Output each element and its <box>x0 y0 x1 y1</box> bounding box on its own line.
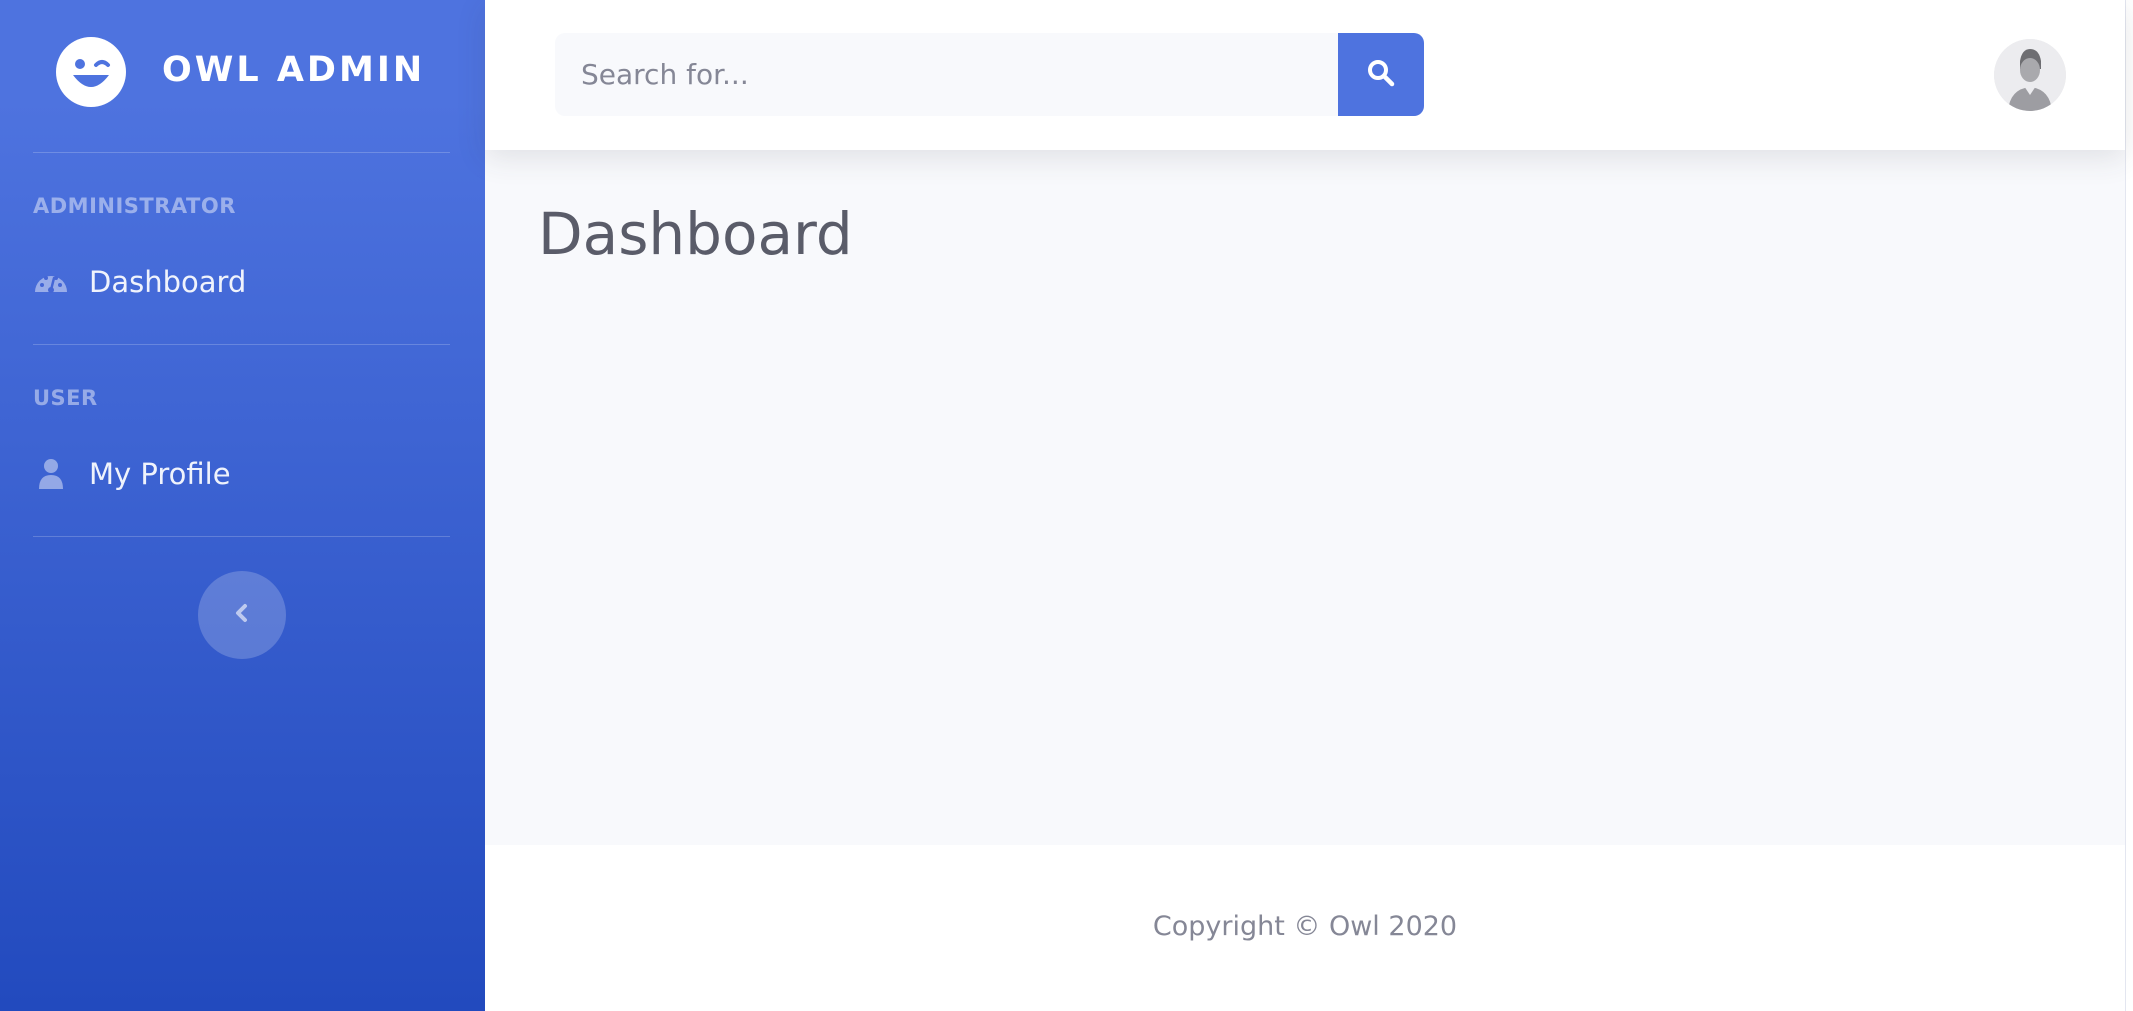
sidebar-brand[interactable]: OWL ADMIN <box>0 0 485 146</box>
sidebar-item-label: Dashboard <box>89 265 247 299</box>
copyright-text: Copyright © Owl 2020 <box>1152 911 1458 942</box>
main-content: Dashboard <box>485 150 2125 845</box>
tachometer-icon <box>33 264 69 300</box>
laugh-wink-icon <box>56 37 126 107</box>
chevron-left-icon <box>230 601 254 629</box>
sidebar-heading-administrator: ADMINISTRATOR <box>33 194 236 218</box>
topbar <box>485 0 2125 150</box>
sidebar-divider <box>33 344 450 345</box>
user-avatar[interactable] <box>1994 39 2066 111</box>
sidebar-heading-user: USER <box>33 386 98 410</box>
window-edge <box>2125 0 2133 1011</box>
sidebar-item-dashboard[interactable]: Dashboard <box>33 264 246 300</box>
sidebar-divider <box>33 536 450 537</box>
search-input[interactable] <box>555 33 1338 116</box>
sidebar-toggle-button[interactable] <box>198 571 286 659</box>
app: OWL ADMIN ADMINISTRATOR Dashboard USER M… <box>0 0 2133 1011</box>
brand-name: OWL ADMIN <box>162 50 426 90</box>
sidebar-item-label: My Profile <box>89 457 231 491</box>
search-button[interactable] <box>1338 33 1424 116</box>
user-icon <box>33 456 69 492</box>
sidebar: OWL ADMIN ADMINISTRATOR Dashboard USER M… <box>0 0 485 1011</box>
sidebar-divider <box>33 152 450 153</box>
sidebar-item-my-profile[interactable]: My Profile <box>33 456 231 492</box>
footer: Copyright © Owl 2020 <box>485 845 2125 1011</box>
page-title: Dashboard <box>538 200 853 268</box>
search-form <box>555 33 1424 116</box>
search-icon <box>1366 58 1396 92</box>
